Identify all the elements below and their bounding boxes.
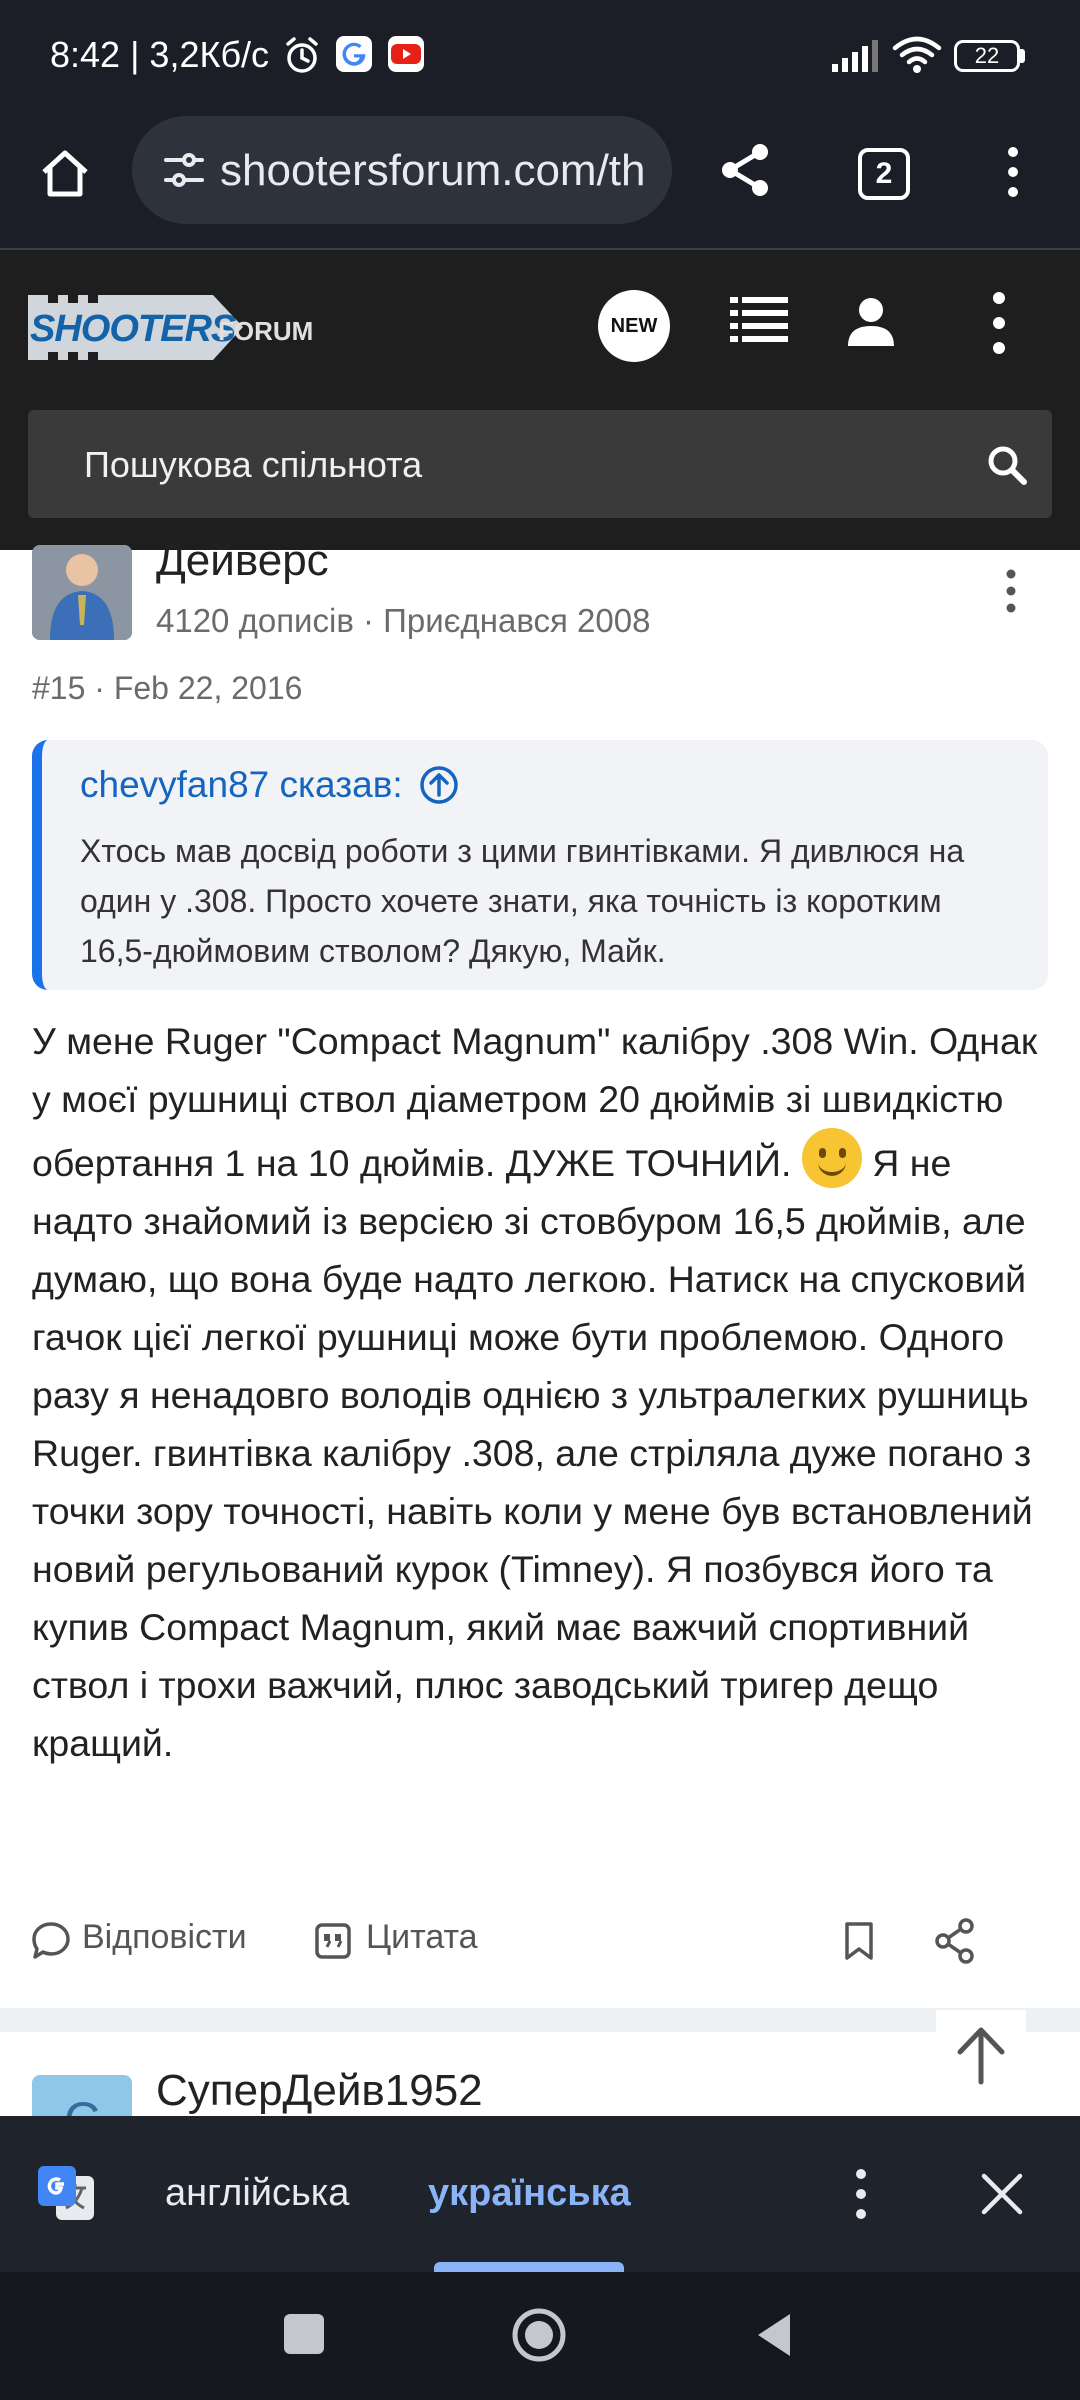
quote-block: chevyfan87 сказав: Хтось мав досвід робо…	[32, 740, 1048, 990]
search-input[interactable]: Пошукова спільнота	[84, 444, 422, 486]
author-meta: 4120 дописів · Приєднався 2008	[156, 602, 651, 639]
author-name[interactable]: Дейверс	[156, 536, 329, 586]
browser-toolbar: shootersforum.com/th 2	[0, 116, 1080, 250]
search-icon[interactable]	[986, 444, 1028, 486]
active-tab-indicator	[434, 2262, 624, 2272]
home-nav-button[interactable]	[510, 2306, 568, 2364]
quote-icon[interactable]	[314, 1922, 352, 1960]
translate-menu-icon[interactable]	[848, 2168, 874, 2220]
status-time: 8:42 | 3,2Кб/с	[50, 34, 270, 75]
alarm-icon	[286, 37, 318, 73]
search-bar[interactable]: Пошукова спільнота	[28, 410, 1052, 518]
site-menu-icon[interactable]	[984, 290, 1014, 356]
quote-author[interactable]: chevyfan87 сказав:	[80, 764, 403, 805]
new-posts-button[interactable]: NEW	[598, 290, 670, 362]
battery-level: 22	[974, 43, 1000, 68]
google-icon	[336, 36, 372, 72]
post-actions: Відповісти Цитата	[0, 1900, 1080, 1980]
list-icon[interactable]	[730, 295, 790, 351]
wifi-icon	[892, 36, 942, 73]
google-translate-icon	[38, 2166, 94, 2220]
jump-up-icon[interactable]	[419, 765, 459, 805]
arrow-up-icon[interactable]	[936, 2010, 1026, 2100]
reply-icon[interactable]	[30, 1920, 72, 1962]
battery-icon: 22	[954, 40, 1020, 72]
status-bar: 8:42 | 3,2Кб/с 22	[0, 0, 1080, 116]
target-language-tab[interactable]: українська	[428, 2172, 631, 2215]
system-nav-bar	[0, 2272, 1080, 2400]
address-bar[interactable]: shootersforum.com/th	[132, 116, 672, 224]
quote-text: Хтось мав досвід роботи з цими гвинтівка…	[80, 833, 965, 969]
reply-button[interactable]: Відповісти	[82, 1918, 247, 1957]
post-body-text-2: Я не надто знайомий із версією зі стовбу…	[32, 1142, 1033, 1764]
site-settings-icon[interactable]	[162, 150, 206, 190]
source-language-tab[interactable]: англійська	[165, 2172, 349, 2215]
logo-text: SHOOTERS	[30, 308, 236, 350]
tab-switcher-button[interactable]: 2	[858, 148, 910, 200]
home-icon[interactable]	[36, 144, 94, 202]
youtube-icon	[388, 36, 424, 72]
quote-author-link[interactable]: chevyfan87 сказав:	[80, 764, 459, 806]
next-author-name[interactable]: СуперДейв1952	[156, 2066, 483, 2116]
post-share-icon[interactable]	[932, 1916, 978, 1966]
back-button[interactable]	[754, 2310, 794, 2360]
user-icon[interactable]	[846, 296, 896, 350]
browser-menu-icon[interactable]	[998, 144, 1028, 200]
quote-button[interactable]: Цитата	[366, 1918, 478, 1957]
post-menu-icon[interactable]	[998, 568, 1024, 614]
bookmark-icon[interactable]	[842, 1920, 876, 1962]
recents-button[interactable]	[284, 2314, 324, 2354]
translate-bar: англійська українська	[0, 2116, 1080, 2272]
share-icon[interactable]	[716, 140, 776, 200]
close-icon[interactable]	[980, 2172, 1024, 2216]
post-divider	[0, 2008, 1080, 2032]
site-logo[interactable]: SHOOTERS FORUM	[28, 290, 313, 365]
post-number-date[interactable]: #15 · Feb 22, 2016	[32, 670, 302, 707]
logo-subtext: FORUM	[218, 316, 314, 346]
smile-emoji-icon	[801, 1128, 862, 1188]
url-text: shootersforum.com/th	[220, 146, 646, 195]
scroll-to-top-button[interactable]	[936, 2010, 1026, 2100]
signal-icon	[832, 40, 878, 72]
site-header: SHOOTERS FORUM NEW Пошукова спільнота	[0, 250, 1080, 550]
author-avatar[interactable]	[32, 545, 132, 640]
post-body: У мене Ruger "Compact Magnum" калібру .3…	[32, 1012, 1048, 1772]
